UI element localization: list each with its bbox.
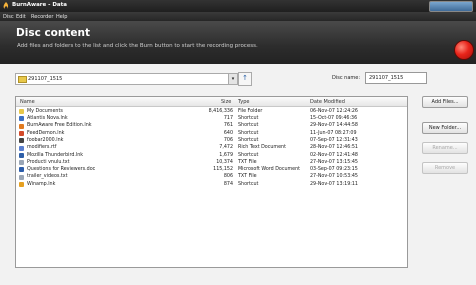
disc-name-label: Disc name:: [332, 75, 361, 81]
column-type[interactable]: Type: [238, 99, 249, 105]
file-name: Questions for Reviewers.doc: [27, 167, 96, 173]
text-file-icon: [19, 174, 24, 180]
menu-help[interactable]: Help: [56, 14, 67, 20]
file-date-modified: 02-Nov-07 12:41:48: [310, 152, 358, 158]
burnaware-app-icon: [3, 2, 9, 9]
up-arrow-icon: ↑: [242, 74, 248, 82]
file-type: Shortcut: [238, 123, 259, 129]
file-name: Producti vnulu.txt: [27, 159, 70, 165]
file-date-modified: 27-Nov-07 13:15:45: [310, 159, 358, 165]
file-date-modified: 29-Nov-07 14:44:58: [310, 123, 358, 129]
winamp-icon: [19, 182, 24, 187]
list-item[interactable]: Questions for Reviewers.doc 115,152 Micros…: [16, 166, 407, 173]
file-size: 1,679: [219, 152, 233, 158]
feed-icon: [19, 130, 24, 136]
chevron-down-icon[interactable]: ▾: [228, 74, 237, 84]
list-item[interactable]: Producti vnulu.txt 10,374 TXT File 27-Nov-0…: [16, 159, 407, 166]
file-date-modified: 27-Nov-07 10:53:45: [310, 174, 358, 180]
file-name: FeedDemon.lnk: [27, 130, 65, 136]
file-date-modified: 15-Oct-07 09:46:36: [310, 116, 358, 122]
file-name: Atlantis Nova.lnk: [27, 116, 68, 122]
page-subtitle: Add files and folders to the list and cl…: [17, 43, 258, 49]
menu-bar: Disc Edit Recorder Help: [0, 12, 476, 21]
file-type: TXT File: [238, 174, 257, 180]
document-icon: [19, 145, 24, 151]
list-item[interactable]: BurnAware Free Edition.lnk 761 Shortcut 29-…: [16, 123, 407, 130]
column-size[interactable]: Size: [221, 99, 231, 105]
word-doc-icon: [19, 167, 24, 173]
page-title: Disc content: [16, 27, 90, 39]
title-bar: BurnAware - Data: [0, 0, 476, 12]
column-date-modified[interactable]: Date Modified: [310, 99, 345, 105]
list-item[interactable]: Winamp.lnk 874 Shortcut 29-Nov-07 13:19:11: [16, 181, 407, 188]
app-shortcut-icon: [19, 116, 24, 122]
file-type: Shortcut: [238, 152, 259, 158]
remove-button[interactable]: Remove: [422, 162, 468, 174]
file-name: Mozilla Thunderbird.lnk: [27, 152, 84, 158]
menu-recorder[interactable]: Recorder: [31, 14, 53, 20]
list-item[interactable]: FeedDemon.lnk 640 Shortcut 11-Jun-07 08:27:…: [16, 130, 407, 137]
file-size: 706: [223, 137, 233, 143]
disc-name-value: 291107_1515: [369, 75, 404, 81]
folder-icon: [19, 109, 24, 114]
list-item[interactable]: My Documents 8,416,336 File Folder 06-Nov-0…: [16, 108, 407, 115]
list-item[interactable]: trailer_videos.txt 806 TXT File 27-Nov-07 1…: [16, 174, 407, 181]
file-size: 874: [223, 181, 233, 187]
file-name: Winamp.lnk: [27, 181, 56, 187]
file-type: Rich Text Document: [238, 145, 286, 151]
file-name: My Documents: [27, 108, 63, 114]
window-title: BurnAware - Data: [12, 2, 67, 8]
file-date-modified: 29-Nov-07 13:19:11: [310, 181, 358, 187]
menu-disc[interactable]: Disc: [3, 14, 14, 20]
list-item[interactable]: Mozilla Thunderbird.lnk 1,679 Shortcut 02-N…: [16, 152, 407, 159]
up-folder-button[interactable]: ↑: [238, 72, 252, 86]
file-size: 806: [223, 174, 233, 180]
burn-button[interactable]: [454, 40, 474, 60]
file-type: Shortcut: [238, 181, 259, 187]
file-name: trailer_videos.txt: [27, 174, 68, 180]
player-icon: [19, 138, 24, 144]
mail-icon: [19, 152, 24, 158]
disc-name-input[interactable]: 291107_1515: [365, 72, 427, 84]
list-item[interactable]: foobar2000.lnk 706 Shortcut 07-Sep-07 12:31…: [16, 137, 407, 144]
file-type: TXT File: [238, 159, 257, 165]
file-type: File Folder: [238, 108, 263, 114]
folder-icon: [18, 76, 27, 83]
file-size: 8,416,336: [208, 108, 233, 114]
header-banner: Disc content Add files and folders to th…: [0, 21, 476, 64]
list-item[interactable]: modifiers.rtf 7,472 Rich Text Document 28-N…: [16, 145, 407, 152]
add-files-button[interactable]: Add Files...: [422, 96, 468, 108]
file-name: BurnAware Free Edition.lnk: [27, 123, 92, 129]
rename-button[interactable]: Rename...: [422, 142, 468, 154]
file-date-modified: 03-Sep-07 09:23:15: [310, 167, 358, 173]
path-value: 291107_1515: [28, 76, 63, 82]
file-name: modifiers.rtf: [27, 145, 57, 151]
path-select[interactable]: 291107_1515 ▾: [15, 73, 238, 85]
file-type: Shortcut: [238, 137, 259, 143]
file-size: 761: [223, 123, 233, 129]
file-size: 7,472: [219, 145, 233, 151]
new-folder-button[interactable]: New Folder...: [422, 122, 468, 134]
column-name[interactable]: Name: [20, 99, 35, 105]
menu-edit[interactable]: Edit: [16, 14, 26, 20]
file-type: Shortcut: [238, 116, 259, 122]
file-name: foobar2000.lnk: [27, 137, 64, 143]
text-file-icon: [19, 160, 24, 166]
file-size: 115,152: [213, 167, 233, 173]
file-date-modified: 06-Nov-07 12:24:26: [310, 108, 358, 114]
file-date-modified: 28-Nov-07 12:46:51: [310, 145, 358, 151]
file-date-modified: 11-Jun-07 08:27:09: [310, 130, 357, 136]
file-size: 717: [223, 116, 233, 122]
burnaware-icon: [19, 123, 24, 129]
file-size: 10,374: [216, 159, 233, 165]
list-item[interactable]: Atlantis Nova.lnk 717 Shortcut 15-Oct-07 09…: [16, 115, 407, 122]
file-date-modified: 07-Sep-07 12:31:43: [310, 137, 358, 143]
column-header: Name Size Type Date Modified: [16, 97, 407, 107]
file-type: Microsoft Word Document: [238, 167, 301, 173]
file-list[interactable]: Name Size Type Date Modified My Document…: [15, 96, 408, 268]
file-size: 640: [223, 130, 233, 136]
window-controls[interactable]: [429, 1, 473, 12]
file-type: Shortcut: [238, 130, 259, 136]
